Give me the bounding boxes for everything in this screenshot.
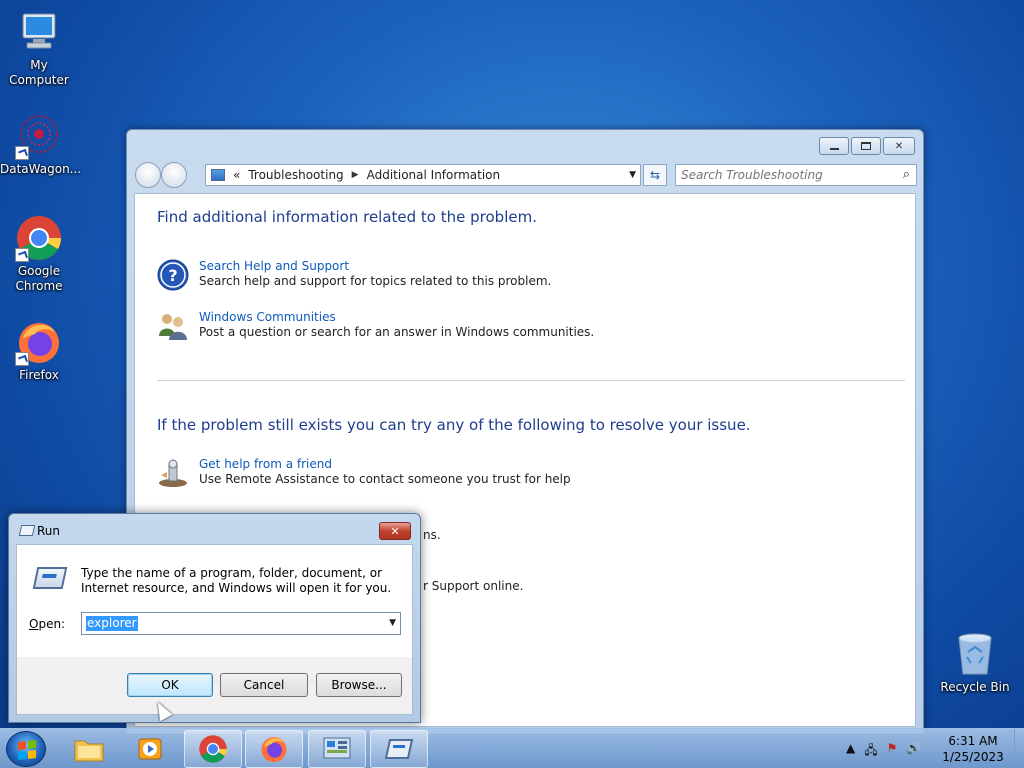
- firefox-icon: [15, 318, 63, 366]
- chevron-down-icon[interactable]: ▼: [389, 618, 396, 628]
- control-panel-icon: [211, 169, 225, 181]
- open-input-value[interactable]: explorer: [86, 616, 138, 631]
- minimize-icon: [829, 148, 839, 150]
- search-box[interactable]: ⌕: [675, 164, 917, 186]
- heading-problem-still-exists: If the problem still exists you can try …: [157, 416, 751, 434]
- run-title-icon: [18, 525, 36, 536]
- run-dialog-footer: OK Cancel Browse...: [16, 657, 413, 715]
- open-label-text: pen:: [38, 617, 66, 631]
- get-help-from-friend-link[interactable]: Get help from a friend: [199, 457, 332, 471]
- chrome-icon: [15, 214, 63, 262]
- maximize-icon: [861, 142, 871, 150]
- minimize-button[interactable]: [819, 137, 849, 155]
- datawagon-icon: [15, 112, 63, 160]
- get-help-from-friend-description: Use Remote Assistance to contact someone…: [199, 472, 571, 486]
- partially-hidden-text: ns.: [423, 528, 441, 542]
- refresh-icon: ⇆: [649, 168, 661, 182]
- desktop-icon-my-computer[interactable]: My Computer: [0, 8, 78, 88]
- desktop-icon-label: My Computer: [9, 58, 69, 87]
- media-player-icon: [138, 738, 162, 760]
- forward-button[interactable]: [161, 162, 187, 188]
- taskbar-chrome[interactable]: [184, 730, 242, 768]
- volume-icon[interactable]: 🔊: [906, 741, 921, 762]
- partially-hidden-text: r Support online.: [423, 579, 524, 593]
- taskbar: ▲ 🖧 ⚑ 🔊 6:31 AM 1/25/2023: [0, 728, 1024, 768]
- windows-communities-description: Post a question or search for an answer …: [199, 325, 595, 339]
- shortcut-arrow-icon: [15, 352, 29, 366]
- cancel-button[interactable]: Cancel: [220, 673, 308, 697]
- remote-assistance-icon: [157, 457, 189, 489]
- shortcut-arrow-icon: [15, 248, 29, 262]
- run-program-icon: [32, 567, 68, 589]
- people-icon: [157, 310, 189, 342]
- refresh-button[interactable]: ⇆: [643, 164, 667, 186]
- clock-date: 1/25/2023: [942, 750, 1004, 764]
- breadcrumb-troubleshooting[interactable]: Troubleshooting: [248, 168, 343, 182]
- network-icon[interactable]: 🖧: [864, 741, 877, 762]
- divider: [157, 380, 905, 381]
- chevron-down-icon[interactable]: ▼: [629, 170, 636, 180]
- heading-additional-info: Find additional information related to t…: [157, 208, 537, 226]
- search-input[interactable]: [681, 165, 891, 185]
- open-combobox[interactable]: explorer ▼: [81, 612, 401, 635]
- clock[interactable]: 6:31 AM 1/25/2023: [938, 733, 1008, 765]
- show-desktop-button[interactable]: [1014, 729, 1024, 768]
- help-icon: ?: [157, 259, 189, 291]
- desktop-icon-firefox[interactable]: Firefox: [0, 318, 78, 383]
- desktop-icon-label: Recycle Bin: [940, 680, 1010, 694]
- computer-icon: [15, 8, 63, 56]
- svg-text:?: ?: [168, 266, 177, 285]
- run-dialog-body: Type the name of a program, folder, docu…: [16, 544, 413, 657]
- run-description: Type the name of a program, folder, docu…: [81, 566, 392, 595]
- breadcrumb-additional-information[interactable]: Additional Information: [367, 168, 501, 182]
- system-tray: ▲ 🖧 ⚑ 🔊: [846, 741, 921, 762]
- browse-button[interactable]: Browse...: [316, 673, 402, 697]
- taskbar-firefox[interactable]: [245, 730, 303, 768]
- open-label: Open:: [29, 617, 65, 631]
- desktop-icon-label: Firefox: [19, 368, 59, 382]
- chrome-icon: [199, 735, 227, 763]
- action-center-flag-icon[interactable]: ⚑: [887, 741, 898, 762]
- folder-icon: [74, 740, 104, 762]
- desktop-icon-label: DataWagon...: [0, 162, 82, 176]
- shortcut-arrow-icon: [15, 146, 29, 160]
- start-button[interactable]: [6, 731, 46, 767]
- clock-time: 6:31 AM: [948, 734, 998, 748]
- breadcrumb-separator-icon[interactable]: ▶: [352, 170, 359, 180]
- recycle-bin-icon: [951, 630, 999, 678]
- run-dialog-title: Run: [37, 524, 61, 538]
- ok-button[interactable]: OK: [127, 673, 213, 697]
- show-hidden-icons-icon[interactable]: ▲: [846, 741, 855, 762]
- breadcrumb-overflow[interactable]: «: [233, 168, 240, 182]
- taskbar-control-panel[interactable]: [308, 730, 366, 768]
- navigation-bar: « Troubleshooting ▶ Additional Informati…: [135, 162, 917, 188]
- run-dialog[interactable]: Run ✕ Type the name of a program, folder…: [8, 513, 421, 723]
- back-button[interactable]: [135, 162, 161, 188]
- windows-logo-icon: [18, 740, 36, 760]
- address-bar[interactable]: « Troubleshooting ▶ Additional Informati…: [205, 164, 641, 186]
- desktop-icon-recycle-bin[interactable]: Recycle Bin: [936, 630, 1014, 695]
- desktop-icon-google-chrome[interactable]: Google Chrome: [0, 214, 78, 294]
- window-controls: ✕: [819, 137, 915, 155]
- desktop-icon-datawagon[interactable]: DataWagon...: [0, 112, 82, 177]
- desktop-icon-label: Google Chrome: [15, 264, 63, 293]
- taskbar-run[interactable]: [370, 730, 428, 768]
- firefox-icon: [261, 737, 287, 763]
- search-help-description: Search help and support for topics relat…: [199, 274, 552, 288]
- windows-communities-link[interactable]: Windows Communities: [199, 310, 336, 324]
- search-icon[interactable]: ⌕: [903, 167, 910, 182]
- close-button[interactable]: ✕: [883, 137, 915, 155]
- taskbar-explorer[interactable]: [60, 730, 118, 768]
- close-icon: ✕: [894, 140, 904, 152]
- run-icon: [384, 739, 414, 759]
- taskbar-media-player[interactable]: [121, 730, 179, 768]
- control-panel-icon: [323, 737, 351, 759]
- search-help-link[interactable]: Search Help and Support: [199, 259, 349, 273]
- maximize-button[interactable]: [851, 137, 881, 155]
- close-icon: ✕: [390, 524, 400, 538]
- run-close-button[interactable]: ✕: [379, 522, 411, 540]
